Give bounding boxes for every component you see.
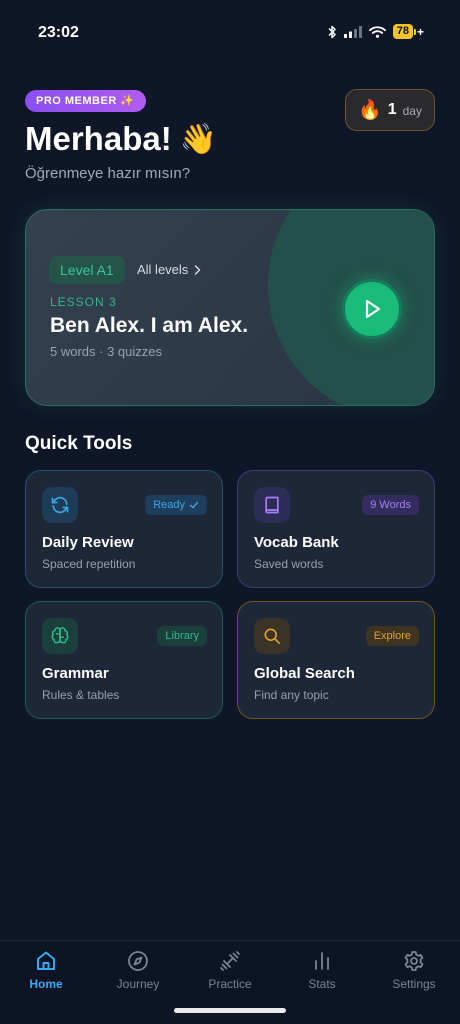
chevron-right-icon <box>195 264 201 275</box>
level-chip[interactable]: Level A1 <box>49 256 125 284</box>
current-lesson-card[interactable]: Level A1 All levels LESSON 3 Ben Alex. I… <box>25 209 435 406</box>
streak-unit: day <box>402 104 422 118</box>
lesson-meta: 5 words · 3 quizzes <box>50 344 162 359</box>
wifi-icon <box>368 25 386 38</box>
bar-chart-icon <box>315 952 329 970</box>
tool-title: Global Search <box>254 665 355 682</box>
bluetooth-icon <box>328 25 336 38</box>
nav-item-practice[interactable]: Practice <box>190 949 270 1001</box>
pro-member-badge[interactable]: PRO MEMBER ✨ <box>25 90 146 112</box>
signal-icon <box>343 25 362 38</box>
compass-icon <box>128 951 148 971</box>
badge-label: Ready <box>153 499 185 511</box>
status-icons: 78 + <box>327 24 424 39</box>
nav-item-home[interactable]: Home <box>6 949 86 1001</box>
nav-label-journey: Journey <box>116 977 160 991</box>
play-lesson-button[interactable] <box>342 279 402 339</box>
battery-indicator: 78 + <box>392 24 424 39</box>
nav-label-home: Home <box>29 977 63 991</box>
badge-label: Library <box>165 630 199 642</box>
tool-title: Vocab Bank <box>254 534 339 551</box>
refresh-icon <box>42 487 78 523</box>
vocab-bank-card[interactable]: 9 Words Vocab Bank Saved words <box>237 470 435 588</box>
flame-icon: 🔥 <box>358 100 382 121</box>
status-bar: 23:02 78 + <box>0 0 460 66</box>
gear-icon <box>404 951 424 971</box>
waving-hand-icon: 👋 <box>179 122 218 156</box>
nav-item-settings[interactable]: Settings <box>374 949 454 1001</box>
badge-label: Explore <box>373 630 411 642</box>
battery-level: 78 <box>392 24 413 39</box>
nav-label-settings: Settings <box>392 977 436 991</box>
page-title: Merhaba! 👋 <box>25 120 217 158</box>
brain-icon <box>42 618 78 654</box>
global-search-card[interactable]: Explore Global Search Find any topic <box>237 601 435 719</box>
nav-item-journey[interactable]: Journey <box>98 949 178 1001</box>
lesson-number: LESSON 3 <box>50 295 117 309</box>
home-screen: 23:02 78 + PRO MEMBER ✨ 🔥 1 day Merhaba!… <box>0 0 460 1024</box>
quick-tools-title: Quick Tools <box>25 433 133 454</box>
greeting-text: Merhaba! <box>25 120 172 157</box>
daily-review-card[interactable]: Ready Daily Review Spaced repetition <box>25 470 223 588</box>
battery-tip <box>413 28 416 35</box>
status-time: 23:02 <box>38 24 79 41</box>
category-badge: Library <box>157 626 207 646</box>
badge-label: 9 Words <box>370 499 411 511</box>
nav-item-stats[interactable]: Stats <box>282 949 362 1001</box>
tool-title: Daily Review <box>42 534 134 551</box>
all-levels-link[interactable]: All levels <box>137 262 201 277</box>
check-icon <box>189 501 199 509</box>
home-icon <box>37 951 55 970</box>
streak-button[interactable]: 🔥 1 day <box>345 89 435 131</box>
play-icon <box>365 299 381 319</box>
nav-label-practice: Practice <box>208 977 252 991</box>
lesson-title: Ben Alex. I am Alex. <box>50 314 249 337</box>
tool-subtitle: Find any topic <box>254 688 329 702</box>
search-icon <box>254 618 290 654</box>
action-badge: Explore <box>365 626 419 646</box>
dumbbell-icon <box>220 951 240 971</box>
tool-title: Grammar <box>42 665 109 682</box>
book-icon <box>254 487 290 523</box>
charging-icon: + <box>416 24 424 39</box>
tool-subtitle: Rules & tables <box>42 688 120 702</box>
tool-subtitle: Saved words <box>254 557 324 571</box>
nav-label-stats: Stats <box>308 977 336 991</box>
home-indicator[interactable] <box>174 1008 286 1013</box>
page-subtitle: Öğrenmeye hazır mısın? <box>25 165 191 182</box>
grammar-card[interactable]: Library Grammar Rules & tables <box>25 601 223 719</box>
status-badge: Ready <box>145 495 207 515</box>
tool-subtitle: Spaced repetition <box>42 557 136 571</box>
all-levels-label: All levels <box>137 262 189 277</box>
streak-count: 1 <box>387 101 397 118</box>
count-badge: 9 Words <box>362 495 419 515</box>
